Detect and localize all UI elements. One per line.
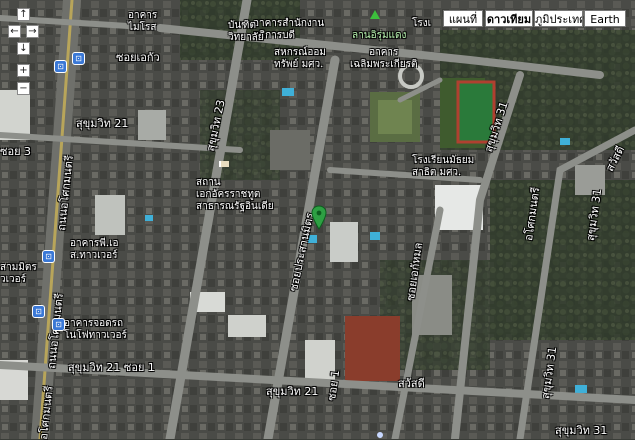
- park-icon: [370, 10, 380, 19]
- pan-right-button[interactable]: →: [26, 25, 39, 38]
- map-type-terrain-button[interactable]: ภูมิประเทศ: [534, 10, 583, 27]
- map-label-lan-ari: ลานอิรุ่มแดง: [352, 30, 407, 41]
- map-label-sukhumvit-21-left: สุขุมวิท 21: [76, 117, 129, 130]
- flag-icon: [219, 161, 229, 167]
- map-type-earth-button[interactable]: Earth: [584, 10, 626, 27]
- train-icon[interactable]: ⊡: [52, 318, 65, 331]
- map-label-school-satit: โรงเรียนมัธยม สาธิต มศว.: [412, 155, 475, 178]
- pan-left-button[interactable]: ←: [8, 25, 21, 38]
- map-label-soi-1-bottom: สุขุมวิท 21 ซอย 1: [68, 361, 155, 374]
- map-label-library: บันฑิต วิทยาลัย: [228, 20, 264, 43]
- map-label-soi-3: ซอย 3: [0, 145, 32, 158]
- pan-up-button[interactable]: ↑: [17, 8, 30, 21]
- zoom-in-button[interactable]: +: [17, 64, 30, 77]
- map-label-sawadee-bottom: สวัสดี: [398, 377, 425, 390]
- map-type-satellite-button[interactable]: ดาวเทียม: [485, 10, 533, 27]
- map-label-soi-ekamai: ซอยเอกัว: [116, 51, 160, 64]
- map-label-siam-mitr: สามมิตร วเวอร์: [0, 262, 37, 285]
- map-label-building-center: อาคาร เฉลิมพระเกียรติ: [350, 47, 418, 70]
- map-label-consumer: สหกรณ์ออม ทรัพย์ มศว.: [274, 47, 327, 70]
- train-icon[interactable]: ⊡: [32, 305, 45, 318]
- map-type-map-button[interactable]: แผนที่: [443, 10, 483, 27]
- map-label-building-ps-tower: อาคารพี.เอ ส.ทาวเวอร์: [70, 238, 119, 261]
- train-icon[interactable]: ⊡: [42, 250, 55, 263]
- map-label-india-embassy: สถาน เอกอัครราชทูต สาธารณรัฐอินเดีย: [196, 177, 274, 212]
- location-marker-icon[interactable]: [311, 205, 327, 231]
- pan-down-button[interactable]: ↓: [17, 42, 30, 55]
- map-label-building-left-top: อาคาร ไมโรส: [128, 10, 158, 33]
- pin-icon-small: [377, 432, 383, 438]
- map-label-sukhumvit-31-bottom2: สุขุมวิท 31: [555, 424, 608, 437]
- map-label-sukhumvit-21-bottom: สุขุมวิท 21: [266, 385, 319, 398]
- map-label-building-parking: อาคารจอดรถ โนโฟทาวเวอร์: [64, 318, 127, 341]
- train-icon[interactable]: ⊡: [54, 60, 67, 73]
- train-icon[interactable]: ⊡: [72, 52, 85, 65]
- map-label-school-top: โรงเ: [412, 18, 432, 29]
- zoom-out-button[interactable]: −: [17, 82, 30, 95]
